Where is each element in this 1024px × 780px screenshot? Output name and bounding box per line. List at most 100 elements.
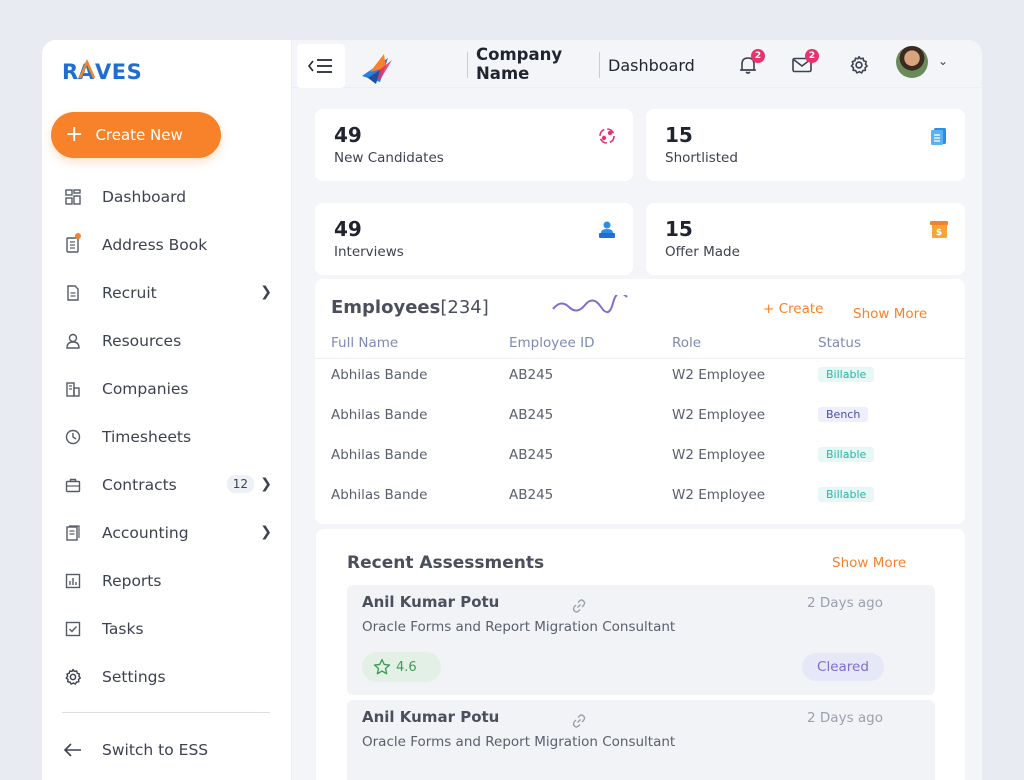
arrow-left-icon (64, 741, 82, 759)
chevron-right-icon: ❯ (260, 476, 272, 492)
user-icon (64, 332, 82, 350)
clock-icon (64, 428, 82, 446)
svg-text:$: $ (936, 228, 942, 238)
interview-person-icon (599, 221, 615, 238)
stat-value: 15 (665, 217, 693, 241)
company-logo-icon (362, 54, 392, 84)
sidebar-item-label: Settings (102, 668, 166, 686)
sidebar-nav: Dashboard Address Book Recruit ❯ Resourc… (42, 173, 292, 701)
switch-to-ess-link[interactable]: Switch to ESS (42, 726, 292, 774)
stat-label: Shortlisted (665, 150, 738, 166)
sidebar-item-recruit[interactable]: Recruit ❯ (42, 269, 292, 317)
company-name-line2: Name (476, 64, 530, 83)
sidebar-item-label: Timesheets (102, 428, 192, 446)
candidates-icon (599, 128, 615, 144)
cell-employee-id: AB245 (509, 447, 554, 463)
notifications-button[interactable]: 2 (736, 49, 765, 77)
sidebar-item-reports[interactable]: Reports (42, 557, 292, 605)
link-icon[interactable] (571, 713, 587, 729)
stat-card-offer-made[interactable]: 15 Offer Made $ (646, 203, 965, 275)
stat-card-interviews[interactable]: 49 Interviews (315, 203, 633, 275)
sidebar-item-accounting[interactable]: Accounting ❯ (42, 509, 292, 557)
sidebar-item-dashboard[interactable]: Dashboard (42, 173, 292, 221)
create-employee-button[interactable]: + Create (763, 301, 823, 317)
sidebar-divider (62, 712, 270, 713)
assessment-role: Oracle Forms and Report Migration Consul… (362, 734, 676, 750)
sidebar-item-companies[interactable]: Companies (42, 365, 292, 413)
stat-label: Interviews (334, 244, 404, 260)
gear-icon (850, 55, 868, 74)
stat-label: New Candidates (334, 150, 444, 166)
sidebar-item-settings[interactable]: Settings (42, 653, 292, 701)
topbar-separator (599, 52, 600, 78)
sidebar-item-tasks[interactable]: Tasks (42, 605, 292, 653)
candidate-name: Anil Kumar Potu (362, 708, 500, 726)
column-header-full-name[interactable]: Full Name (331, 335, 398, 351)
dashboard-grid-icon (64, 188, 82, 206)
create-new-button[interactable]: + Create New (51, 112, 221, 158)
rating-badge: 4.6 (362, 652, 441, 682)
svg-text:R: R (62, 60, 79, 84)
star-icon (373, 658, 391, 675)
create-new-label: Create New (95, 126, 183, 144)
user-avatar[interactable] (896, 46, 928, 78)
stat-value: 49 (334, 123, 362, 147)
app-window: R A VES + Create New Dashboard Address B… (42, 40, 982, 780)
shortlist-document-icon (931, 128, 946, 145)
bar-chart-icon (64, 572, 82, 590)
employees-title-text: Employees (331, 297, 441, 318)
sidebar-item-address-book[interactable]: Address Book (42, 221, 292, 269)
column-header-employee-id[interactable]: Employee ID (509, 335, 595, 351)
sidebar-item-contracts[interactable]: Contracts 12 ❯ (42, 461, 292, 509)
breadcrumb: Dashboard (608, 56, 695, 75)
status-badge: Billable (818, 487, 875, 502)
checkbox-icon (64, 620, 82, 638)
employees-count: [234] (440, 297, 489, 318)
sidebar: R A VES + Create New Dashboard Address B… (42, 40, 292, 780)
stat-label: Offer Made (665, 244, 740, 260)
sidebar-item-label: Address Book (102, 236, 208, 254)
cell-role: W2 Employee (672, 447, 766, 463)
recent-assessments-title: Recent Assessments (347, 553, 545, 573)
menu-toggle-button[interactable] (297, 44, 345, 88)
logo-wordmark: R A VES (62, 58, 142, 84)
stat-value: 49 (334, 217, 362, 241)
recent-assessments-panel: Recent Assessments Show More Anil Kumar … (316, 529, 965, 780)
sidebar-item-label: Contracts (102, 476, 177, 494)
candidate-name: Anil Kumar Potu (362, 593, 500, 611)
messages-count-badge: 2 (805, 49, 819, 63)
offer-letter-icon: $ (930, 221, 948, 238)
notifications-count-badge: 2 (751, 49, 765, 63)
employees-show-more-link[interactable]: Show More (853, 306, 927, 322)
cell-role: W2 Employee (672, 367, 766, 383)
settings-button[interactable] (847, 53, 871, 77)
raves-logo[interactable]: R A VES (62, 56, 154, 86)
contracts-count-badge: 12 (226, 475, 254, 493)
column-header-role[interactable]: Role (672, 335, 701, 351)
sidebar-item-label: Recruit (102, 284, 157, 302)
cell-employee-id: AB245 (509, 407, 554, 423)
assessment-time: 2 Days ago (807, 595, 883, 611)
chevron-down-icon[interactable]: ⌄ (938, 54, 948, 68)
stat-card-shortlisted[interactable]: 15 Shortlisted (646, 109, 965, 181)
cell-role: W2 Employee (672, 487, 766, 503)
status-badge: Bench (818, 407, 869, 422)
employees-title: Employees[234] (331, 297, 489, 318)
sidebar-item-resources[interactable]: Resources (42, 317, 292, 365)
sidebar-item-label: Dashboard (102, 188, 187, 206)
link-icon[interactable] (571, 598, 587, 614)
sidebar-item-timesheets[interactable]: Timesheets (42, 413, 292, 461)
assessments-show-more-link[interactable]: Show More (832, 555, 906, 571)
status-badge: Billable (818, 447, 875, 462)
assessment-time: 2 Days ago (807, 710, 883, 726)
briefcase-icon (64, 476, 82, 494)
stat-card-new-candidates[interactable]: 49 New Candidates (315, 109, 633, 181)
cell-full-name: Abhilas Bande (331, 407, 428, 423)
assessment-card[interactable]: Anil Kumar Potu 2 Days ago Oracle Forms … (347, 585, 935, 695)
column-header-status[interactable]: Status (818, 335, 861, 351)
top-bar: Company Name Dashboard 2 2 ⌄ (292, 40, 982, 88)
rating-value: 4.6 (396, 659, 417, 675)
messages-button[interactable]: 2 (790, 49, 819, 77)
sidebar-item-label: Tasks (102, 620, 144, 638)
assessment-card[interactable]: Anil Kumar Potu 2 Days ago Oracle Forms … (347, 700, 935, 780)
